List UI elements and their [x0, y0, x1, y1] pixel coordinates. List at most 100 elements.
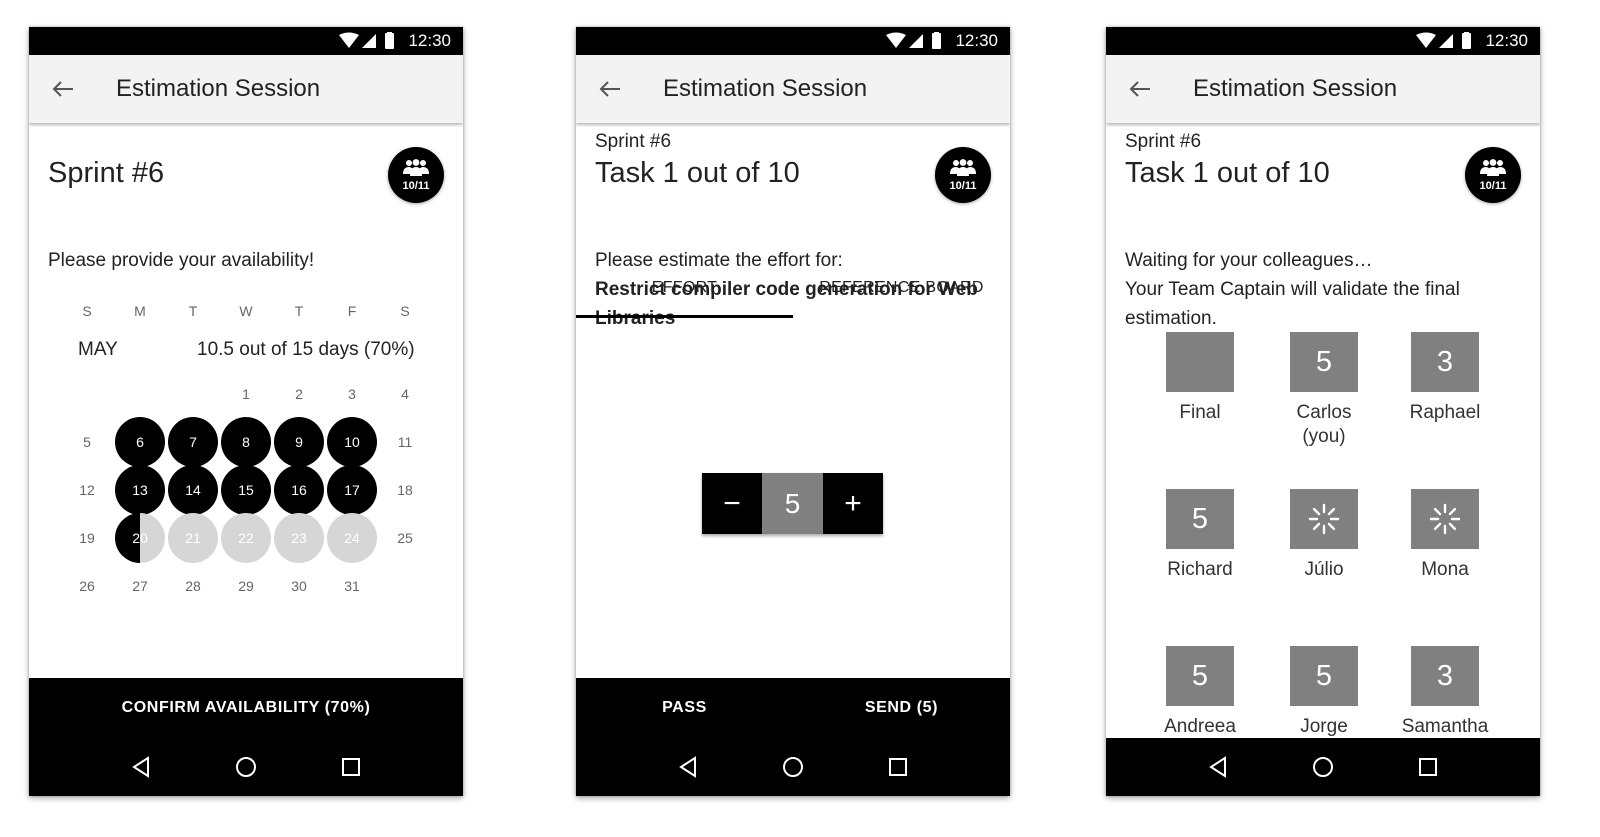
vote-value: 3: [1411, 332, 1479, 392]
task-heading: Task 1 out of 10: [595, 157, 800, 189]
effort-stepper: − 5 +: [702, 473, 883, 534]
calendar-day[interactable]: 11: [380, 420, 430, 464]
vote-value: 5: [1290, 332, 1358, 392]
vote-card: Mona: [1390, 489, 1500, 582]
calendar-day[interactable]: 31: [327, 564, 377, 608]
vote-value: [1166, 332, 1234, 392]
team-count: 10/11: [1479, 179, 1507, 192]
system-nav-bar: [1106, 738, 1540, 796]
app-bar: Estimation Session: [576, 55, 1010, 123]
calendar-day[interactable]: 23: [274, 513, 324, 563]
tab-bar: EFFORT REFERENCE BOARD: [576, 259, 1010, 317]
send-button[interactable]: SEND (5): [793, 699, 1010, 717]
calendar-day[interactable]: 7: [168, 417, 218, 467]
voter-name: Júlio: [1304, 559, 1344, 580]
vote-value: 5: [1166, 489, 1234, 549]
voter-name: Jorge: [1300, 716, 1348, 737]
group-icon: [1480, 158, 1506, 176]
calendar-day[interactable]: 27: [115, 564, 165, 608]
effort-value: 5: [762, 473, 823, 534]
nav-recents-icon[interactable]: [878, 747, 918, 787]
voter-name: Raphael: [1409, 402, 1481, 423]
phone-waiting: 12:30 Estimation Session Sprint #6 Task …: [1106, 27, 1540, 796]
nav-back-icon[interactable]: [668, 747, 708, 787]
nav-recents-icon[interactable]: [331, 747, 371, 787]
availability-summary: 10.5 out of 15 days (70%): [197, 339, 415, 360]
back-arrow-icon[interactable]: [576, 55, 644, 123]
calendar-day[interactable]: 24: [327, 513, 377, 563]
validation-text: Your Team Captain will validate the fina…: [1125, 279, 1460, 329]
calendar-day[interactable]: 20: [115, 513, 165, 563]
vote-value: 3: [1411, 646, 1479, 706]
app-title: Estimation Session: [116, 75, 321, 102]
nav-back-icon[interactable]: [121, 747, 161, 787]
calendar-day[interactable]: 29: [221, 564, 271, 608]
calendar-day[interactable]: 5: [62, 420, 112, 464]
status-icons: [1415, 32, 1475, 50]
calendar-day[interactable]: 4: [380, 372, 430, 416]
calendar-dow: T: [294, 303, 304, 319]
calendar-day[interactable]: 1: [221, 372, 271, 416]
voter-name: Carlos (you): [1296, 402, 1352, 447]
team-badge[interactable]: 10/11: [1465, 147, 1521, 203]
group-icon: [950, 158, 976, 176]
app-bar: Estimation Session: [1106, 55, 1540, 123]
vote-value: 5: [1166, 646, 1234, 706]
calendar-day[interactable]: 21: [168, 513, 218, 563]
nav-home-icon[interactable]: [1303, 747, 1343, 787]
estimate-actions: PASS SEND (5): [576, 678, 1010, 738]
team-badge[interactable]: 10/11: [935, 147, 991, 203]
tab-effort[interactable]: EFFORT: [576, 259, 793, 317]
back-arrow-icon[interactable]: [1106, 55, 1174, 123]
task-heading: Task 1 out of 10: [1125, 157, 1330, 189]
waiting-text: Waiting for your colleagues…: [1125, 250, 1373, 271]
vote-card: 5 Carlos (you): [1269, 332, 1379, 449]
pass-button[interactable]: PASS: [576, 699, 793, 717]
tab-reference-board[interactable]: REFERENCE BOARD: [793, 259, 1010, 317]
calendar-day[interactable]: 18: [380, 468, 430, 512]
calendar-day[interactable]: 17: [327, 465, 377, 515]
nav-home-icon[interactable]: [773, 747, 813, 787]
spinner-icon: [1290, 489, 1358, 549]
decrement-button[interactable]: −: [702, 473, 762, 534]
calendar-day[interactable]: 12: [62, 468, 112, 512]
calendar-day[interactable]: 16: [274, 465, 324, 515]
confirm-availability-button[interactable]: CONFIRM AVAILABILITY (70%): [29, 678, 463, 738]
signal-battery-icon: [1416, 32, 1472, 49]
calendar-day[interactable]: 2: [274, 372, 324, 416]
calendar-day[interactable]: 26: [62, 564, 112, 608]
calendar-day[interactable]: 3: [327, 372, 377, 416]
nav-recents-icon[interactable]: [1408, 747, 1448, 787]
app-title: Estimation Session: [1193, 75, 1398, 102]
calendar-day[interactable]: 28: [168, 564, 218, 608]
calendar-day[interactable]: 30: [274, 564, 324, 608]
sprint-label: Sprint #6: [595, 131, 672, 152]
calendar-dow: S: [400, 303, 410, 319]
calendar-day[interactable]: 25: [380, 516, 430, 560]
calendar-dow: T: [188, 303, 198, 319]
calendar-day[interactable]: 19: [62, 516, 112, 560]
calendar-day[interactable]: 14: [168, 465, 218, 515]
status-bar: 12:30: [576, 27, 1010, 55]
calendar-day[interactable]: 15: [221, 465, 271, 515]
nav-back-icon[interactable]: [1198, 747, 1238, 787]
phone-estimate: 12:30 Estimation Session Sprint #6 Task …: [576, 27, 1010, 796]
calendar-dow: S: [82, 303, 92, 319]
calendar-day[interactable]: 9: [274, 417, 324, 467]
app-title: Estimation Session: [663, 75, 868, 102]
nav-home-icon[interactable]: [226, 747, 266, 787]
confirm-availability-label: CONFIRM AVAILABILITY (70%): [121, 699, 371, 716]
system-nav-bar: [29, 738, 463, 796]
increment-button[interactable]: +: [823, 473, 883, 534]
voter-name: Andreea: [1164, 716, 1236, 737]
vote-card: Final: [1145, 332, 1255, 425]
calendar-day[interactable]: 13: [115, 465, 165, 515]
calendar-day[interactable]: 6: [115, 417, 165, 467]
calendar-day[interactable]: 10: [327, 417, 377, 467]
vote-card: 3 Raphael: [1390, 332, 1500, 425]
calendar-dow: F: [347, 303, 357, 319]
vote-value: 5: [1290, 646, 1358, 706]
back-arrow-icon[interactable]: [29, 55, 97, 123]
calendar-day[interactable]: 22: [221, 513, 271, 563]
calendar-day[interactable]: 8: [221, 417, 271, 467]
